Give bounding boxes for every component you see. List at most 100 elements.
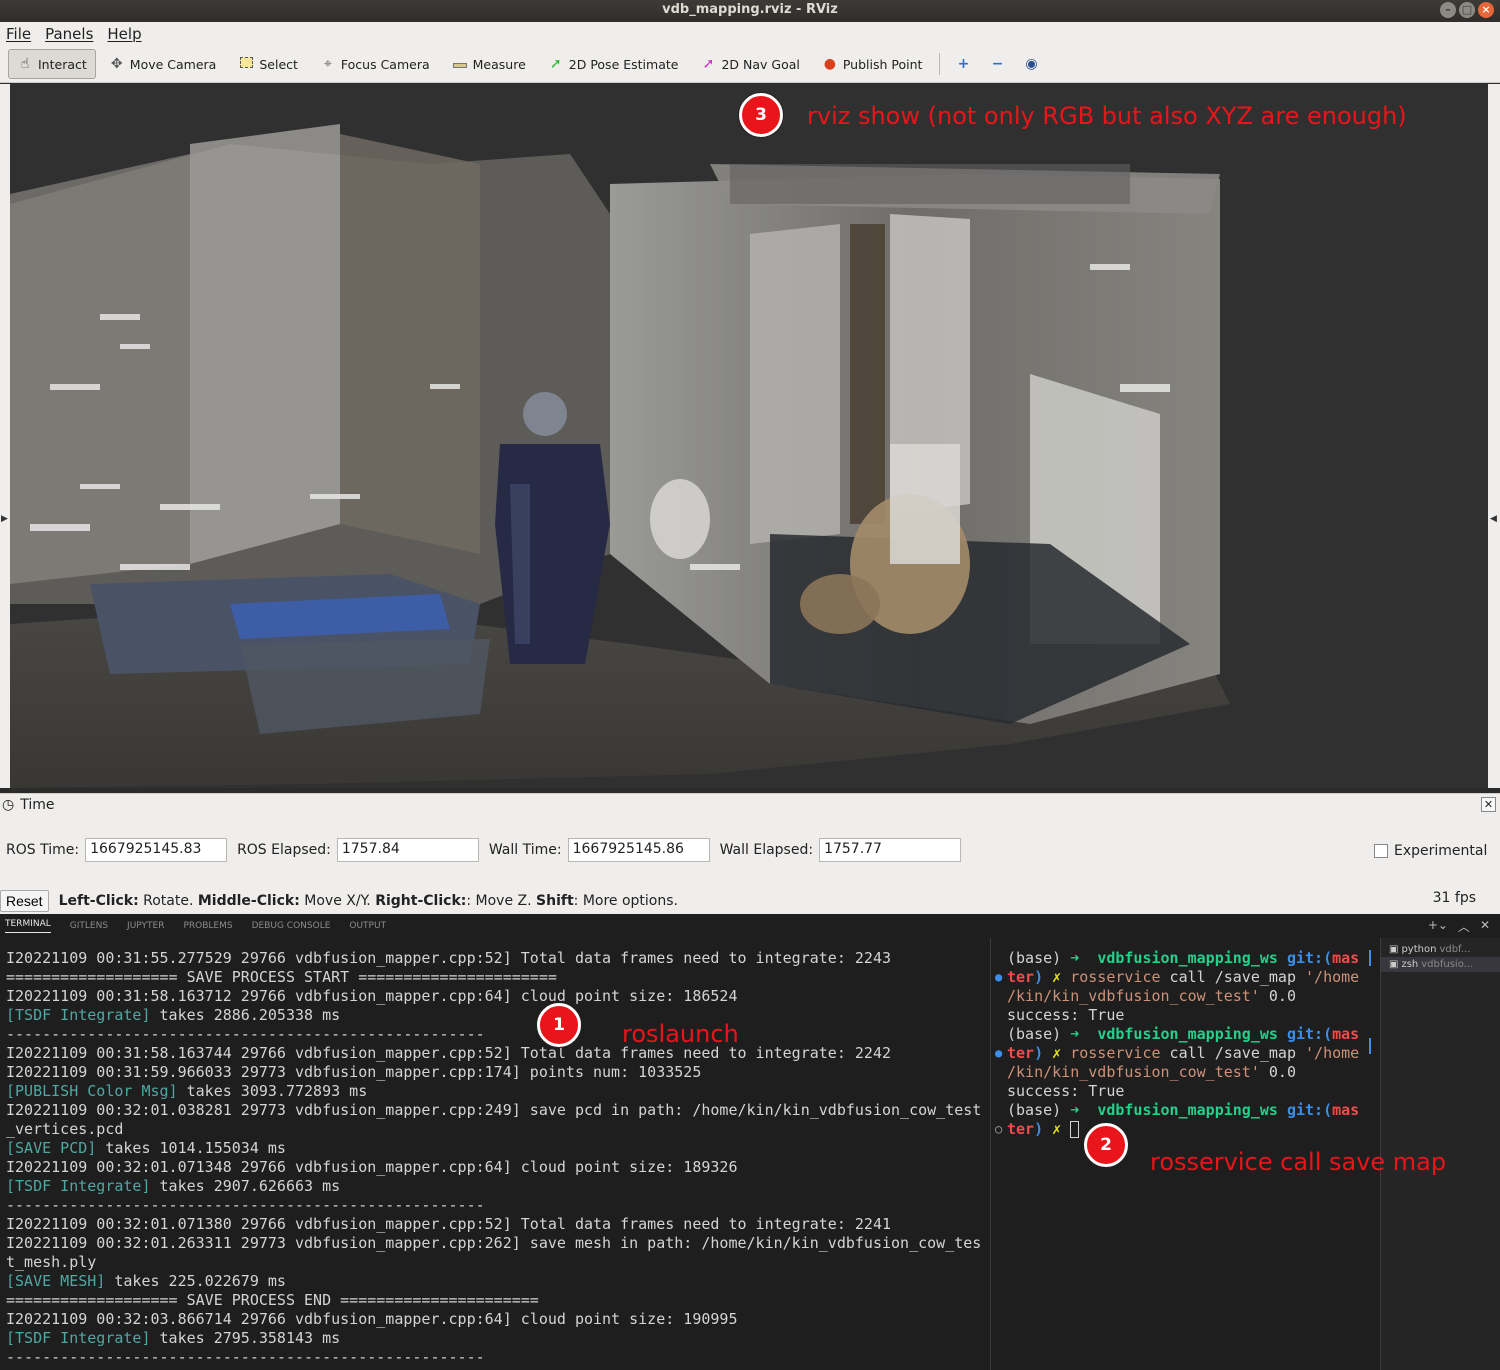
- new-terminal-icon[interactable]: +⌄: [1428, 918, 1448, 935]
- terminal-line: [TSDF Integrate] takes 2886.205338 ms: [6, 1006, 984, 1025]
- ros-elapsed-field[interactable]: 1757.84: [336, 838, 479, 862]
- terminal-line: I20221109 00:32:01.071380 29766 vdbfusio…: [6, 1215, 984, 1234]
- log-tag: [SAVE PCD]: [6, 1139, 97, 1157]
- tab-terminal[interactable]: TERMINAL: [5, 919, 51, 933]
- terminal-line: [TSDF Integrate] takes 2907.626663 ms: [6, 1177, 984, 1196]
- toolbar-separator: [939, 53, 941, 75]
- tool-move-camera[interactable]: ✥ Move Camera: [100, 49, 226, 79]
- tool-2d-pose-estimate[interactable]: ➚ 2D Pose Estimate: [539, 49, 688, 79]
- right-dock-strip[interactable]: ◀: [1488, 84, 1500, 788]
- command-name: rosservice: [1070, 968, 1161, 986]
- session-zsh[interactable]: ▣ zsh vdbfusio...: [1381, 957, 1500, 972]
- window-title: vdb_mapping.rviz - RViz: [662, 2, 838, 17]
- log-text: I20221109 00:31:58.163712 29766 vdbfusio…: [6, 987, 738, 1005]
- wall-elapsed-field[interactable]: 1757.77: [819, 838, 962, 862]
- terminal-line: I20221109 00:32:03.866714 29766 vdbfusio…: [6, 1310, 984, 1329]
- terminal-line: ----------------------------------------…: [6, 1196, 984, 1215]
- maximize-panel-icon[interactable]: ︿: [1458, 918, 1470, 935]
- experimental-option[interactable]: Experimental: [1374, 843, 1487, 859]
- log-text: I20221109 00:31:59.966033 29773 vdbfusio…: [6, 1063, 702, 1081]
- terminal-line: [SAVE PCD] takes 1014.155034 ms: [6, 1139, 984, 1158]
- log-text: I20221109 00:32:01.071380 29766 vdbfusio…: [6, 1215, 892, 1233]
- tab-jupyter[interactable]: JUPYTER: [127, 921, 164, 931]
- minimize-icon[interactable]: –: [1440, 2, 1456, 18]
- terminal-line: _vertices.pcd: [6, 1120, 984, 1139]
- terminal-roslaunch[interactable]: I20221109 00:31:55.277529 29766 vdbfusio…: [0, 938, 990, 1370]
- fps-readout: 31 fps: [1432, 890, 1476, 906]
- log-text: ----------------------------------------…: [6, 1348, 485, 1366]
- conda-env: (base): [1007, 1025, 1062, 1043]
- eye-icon: ◉: [1025, 56, 1038, 72]
- menu-panels[interactable]: Panels: [45, 25, 93, 43]
- left-dock-strip[interactable]: ▶: [0, 84, 10, 788]
- output-line: success: True: [1007, 1006, 1125, 1024]
- log-text: takes 225.022679 ms: [105, 1272, 286, 1290]
- terminal-line: [PUBLISH Color Msg] takes 3093.772893 ms: [6, 1082, 984, 1101]
- terminal-line: =================== SAVE PROCESS START =…: [6, 968, 984, 987]
- tool-label: Select: [259, 56, 298, 72]
- log-tag: [TSDF Integrate]: [6, 1177, 151, 1195]
- select-icon: [238, 56, 254, 72]
- render-viewport[interactable]: 3 rviz show (not only RGB but also XYZ a…: [10, 84, 1488, 788]
- experimental-checkbox[interactable]: [1374, 844, 1388, 858]
- tool-2d-nav-goal[interactable]: ➚ 2D Nav Goal: [691, 49, 808, 79]
- log-tag: [TSDF Integrate]: [6, 1006, 151, 1024]
- clock-icon: ◷: [2, 797, 15, 813]
- conda-env: (base): [1007, 1101, 1062, 1119]
- log-text: takes 1014.155034 ms: [96, 1139, 286, 1157]
- add-tool-button[interactable]: +: [948, 49, 978, 79]
- expand-left-icon[interactable]: ▶: [1, 514, 8, 524]
- tab-output[interactable]: OUTPUT: [349, 921, 386, 931]
- toolbar: ☝ Interact ✥ Move Camera Select ⌖ Focus …: [0, 46, 1500, 83]
- tool-measure[interactable]: Measure: [443, 49, 535, 79]
- tool-interact[interactable]: ☝ Interact: [8, 49, 96, 79]
- reset-button[interactable]: Reset: [0, 890, 49, 912]
- tool-select[interactable]: Select: [229, 49, 307, 79]
- close-icon[interactable]: ×: [1478, 2, 1494, 18]
- view-options-button[interactable]: ◉: [1016, 49, 1046, 79]
- annotation-badge-2: 2: [1084, 1123, 1128, 1167]
- shift-desc: : More options.: [573, 893, 678, 909]
- prompt-arrow: ➜: [1070, 1025, 1080, 1043]
- log-text: takes 2886.205338 ms: [150, 1006, 341, 1024]
- ros-time-field[interactable]: 1667925145.83: [85, 838, 228, 862]
- tool-focus-camera[interactable]: ⌖ Focus Camera: [311, 49, 439, 79]
- expand-right-icon[interactable]: ◀: [1490, 514, 1497, 524]
- git-branch: mas: [1332, 1025, 1360, 1043]
- terminal-line: ----------------------------------------…: [6, 1348, 984, 1367]
- prompt-line: (base) ➜ vdbfusion_mapping_ws git:(mas: [1007, 949, 1380, 968]
- terminal-line: I20221109 00:32:01.071348 29766 vdbfusio…: [6, 1158, 984, 1177]
- time-panel-close-button[interactable]: ✕: [1481, 797, 1496, 812]
- tab-problems[interactable]: PROBLEMS: [183, 921, 232, 931]
- terminal-line: I20221109 00:32:01.263311 29773 vdbfusio…: [6, 1234, 984, 1253]
- close-panel-icon[interactable]: ✕: [1480, 918, 1490, 935]
- tab-debug-console[interactable]: DEBUG CONSOLE: [252, 921, 331, 931]
- maximize-icon[interactable]: □: [1459, 2, 1475, 18]
- remove-tool-button[interactable]: −: [982, 49, 1012, 79]
- log-text: I20221109 00:31:58.163744 29766 vdbfusio…: [6, 1044, 892, 1062]
- log-text: I20221109 00:31:55.277529 29766 vdbfusio…: [6, 949, 892, 967]
- annotation-text-2: rosservice call save map: [1150, 1148, 1447, 1176]
- tool-label: 2D Pose Estimate: [568, 56, 679, 72]
- command-line-cont: /kin/kin_vdbfusion_cow_test' 0.0: [1007, 987, 1380, 1006]
- tool-publish-point[interactable]: ● Publish Point: [813, 49, 932, 79]
- menu-help[interactable]: Help: [107, 25, 141, 43]
- git-branch: ter: [1007, 968, 1035, 986]
- wall-time-field[interactable]: 1667925145.86: [567, 838, 710, 862]
- git-label: git:(: [1286, 949, 1333, 967]
- command-line: ● ter) ✗ rosservice call /save_map '/home: [995, 1044, 1380, 1063]
- log-text: _vertices.pcd: [6, 1120, 124, 1138]
- tab-gitlens[interactable]: GITLENS: [70, 921, 108, 931]
- session-python[interactable]: ▣ python vdbf...: [1381, 942, 1500, 957]
- point-cloud-render: [10, 84, 1488, 788]
- annotation-badge-1: 1: [537, 1003, 581, 1047]
- terminal-icon: ▣: [1389, 944, 1399, 955]
- menu-bar: File Panels Help: [0, 22, 1500, 46]
- log-tag: [PUBLISH Color Msg]: [6, 1082, 178, 1100]
- current-prompt[interactable]: ○ ter) ✗: [995, 1120, 1380, 1139]
- shift-label: Shift: [536, 893, 574, 909]
- tool-label: Focus Camera: [340, 56, 430, 72]
- menu-file[interactable]: File: [6, 25, 31, 43]
- terminal-tab-bar: TERMINAL GITLENS JUPYTER PROBLEMS DEBUG …: [0, 914, 1500, 938]
- prompt-arrow: ➜: [1070, 949, 1080, 967]
